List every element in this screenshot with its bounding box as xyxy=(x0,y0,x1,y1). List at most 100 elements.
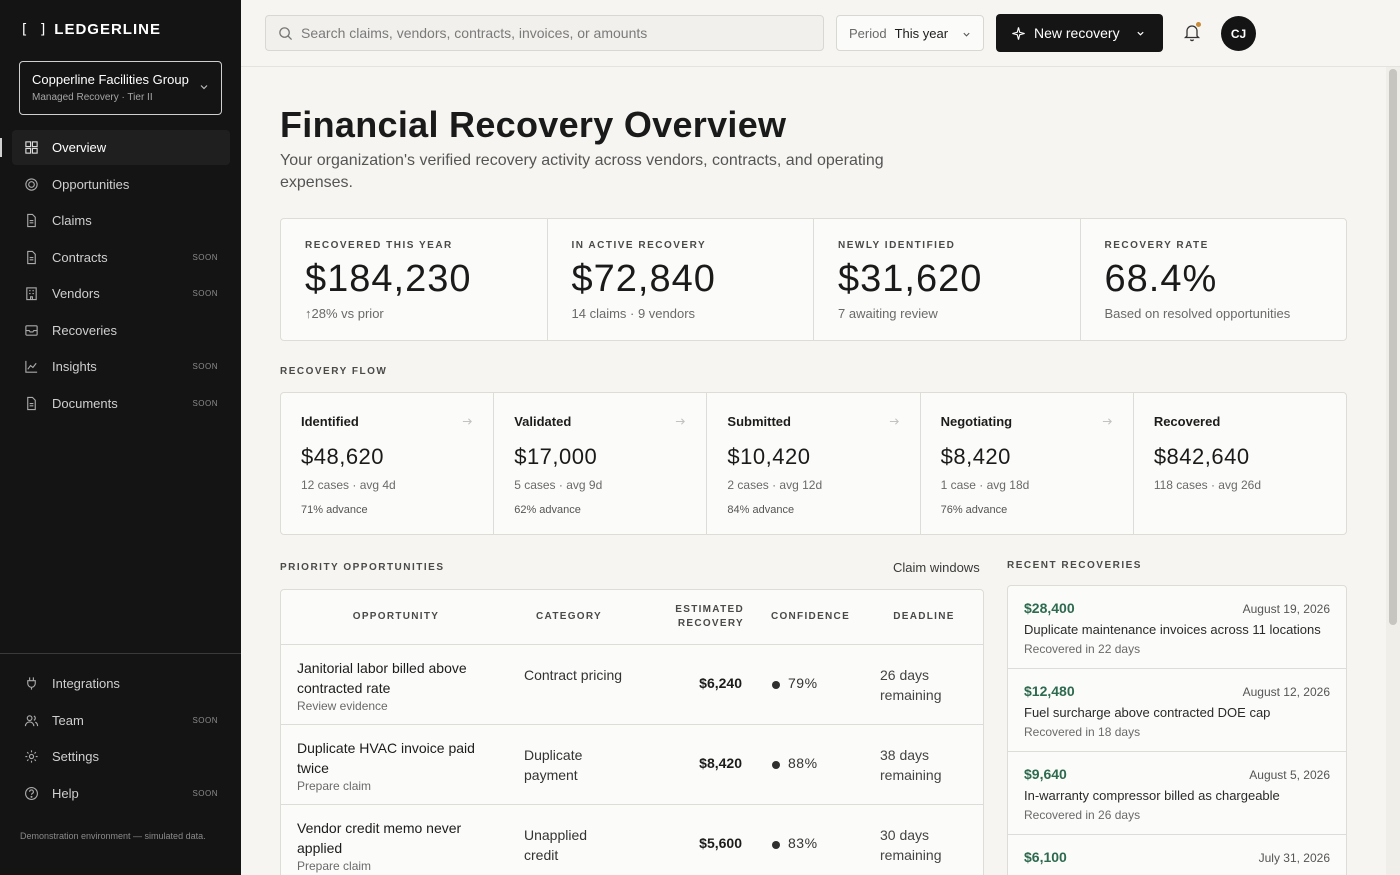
opportunity-action[interactable]: Review evidence xyxy=(297,699,388,713)
list-item[interactable]: $9,640 August 5, 2026 In-warranty compre… xyxy=(1008,752,1346,835)
soon-badge: SOON xyxy=(192,788,218,798)
kpi-summary: RECOVERED THIS YEAR $184,230 ↑28% vs pri… xyxy=(280,218,1347,341)
list-item[interactable]: $28,400 August 19, 2026 Duplicate mainte… xyxy=(1008,586,1346,669)
stage-name: Negotiating xyxy=(940,414,1013,429)
period-label: Period xyxy=(849,25,887,41)
recovery-duration: Recovered in 22 days xyxy=(1024,642,1141,656)
brand-name: LEDGERLINE xyxy=(54,21,161,38)
stage-value: $48,620 xyxy=(301,444,385,469)
org-name: Copperline Facilities Group xyxy=(32,72,189,87)
chevron-down-icon xyxy=(963,32,970,37)
search-box[interactable] xyxy=(265,15,824,51)
opportunity-title[interactable]: Duplicate HVAC invoice paid twice xyxy=(297,738,497,778)
page-scrollbar[interactable] xyxy=(1386,67,1400,875)
notification-dot xyxy=(1196,22,1201,27)
recovery-date: July 31, 2026 xyxy=(1258,851,1330,865)
stage-name: Submitted xyxy=(727,414,791,429)
kpi-label: RECOVERED THIS YEAR xyxy=(305,240,453,251)
soon-badge: SOON xyxy=(192,289,218,298)
opportunity-title[interactable]: Janitorial labor billed above contracted… xyxy=(297,658,497,698)
column-header-estimated[interactable]: ESTIMATED RECOVERY xyxy=(664,603,744,631)
user-avatar[interactable]: CJ xyxy=(1221,16,1256,51)
stage-advance: 84% advance xyxy=(727,504,795,516)
confidence-value: 79% xyxy=(788,675,818,691)
priority-opportunities-table: OPPORTUNITY CATEGORY ESTIMATED RECOVERY … xyxy=(280,589,984,875)
stage-name: Recovered xyxy=(1153,414,1221,429)
org-switcher[interactable]: Copperline Facilities Group Managed Reco… xyxy=(19,61,222,115)
stage-value: $17,000 xyxy=(514,444,598,469)
stage-name: Validated xyxy=(514,414,572,429)
confidence-indicator xyxy=(772,681,780,689)
chevron-down-icon xyxy=(200,85,208,90)
grid-icon xyxy=(24,140,39,155)
chart-icon xyxy=(24,359,39,374)
section-label-recovery-flow: RECOVERY FLOW xyxy=(280,366,388,377)
period-value: This year xyxy=(894,25,949,41)
scrollbar-thumb[interactable] xyxy=(1389,69,1397,625)
deadline-value: 38 days remaining xyxy=(880,747,942,783)
sidebar-item-contracts[interactable]: Contracts SOON xyxy=(12,240,230,275)
new-recovery-button[interactable]: New recovery xyxy=(996,14,1163,52)
document-icon xyxy=(24,213,39,228)
soon-badge: SOON xyxy=(192,252,218,262)
sidebar-item-vendors[interactable]: Vendors SOON xyxy=(12,276,230,311)
sparkle-icon xyxy=(1012,26,1025,40)
flow-stage-validated[interactable]: Validated $17,000 5 cases · avg 9d 62% a… xyxy=(494,393,708,534)
kpi-value: $72,840 xyxy=(571,258,716,300)
sidebar-item-label: Integrations xyxy=(52,676,120,691)
secondary-nav: Integrations Team SOON Settings Help SOO… xyxy=(12,666,230,812)
column-header-category[interactable]: CATEGORY xyxy=(524,610,614,624)
stage-meta: 118 cases · avg 26d xyxy=(1153,478,1261,492)
flow-stage-negotiating[interactable]: Negotiating $8,420 1 case · avg 18d 76% … xyxy=(921,393,1134,534)
search-input[interactable] xyxy=(301,25,801,41)
recovery-date: August 5, 2026 xyxy=(1249,768,1330,782)
claim-windows-link[interactable]: Claim windows xyxy=(893,560,980,575)
opportunity-action[interactable]: Prepare claim xyxy=(297,779,371,793)
page-title: Financial Recovery Overview xyxy=(280,104,787,145)
deadline-value: 30 days remaining xyxy=(880,827,942,863)
help-icon xyxy=(24,786,39,801)
sidebar-item-insights[interactable]: Insights SOON xyxy=(12,349,230,384)
kpi-value: $31,620 xyxy=(838,258,983,300)
opportunity-action[interactable]: Prepare claim xyxy=(297,859,371,873)
opportunity-title[interactable]: Vendor credit memo never applied xyxy=(297,818,497,858)
sidebar-divider xyxy=(0,653,241,654)
list-item[interactable]: $12,480 August 12, 2026 Fuel surcharge a… xyxy=(1008,669,1346,752)
recovery-amount: $28,400 xyxy=(1024,600,1075,616)
sidebar-item-help[interactable]: Help SOON xyxy=(12,776,230,811)
sidebar-item-claims[interactable]: Claims xyxy=(12,203,230,238)
flow-stage-recovered[interactable]: Recovered $842,640 118 cases · avg 26d xyxy=(1134,393,1346,534)
flow-stage-identified[interactable]: Identified $48,620 12 cases · avg 4d 71%… xyxy=(281,393,495,534)
sidebar-item-recoveries[interactable]: Recoveries xyxy=(12,313,230,348)
flow-stage-submitted[interactable]: Submitted $10,420 2 cases · avg 12d 84% … xyxy=(707,393,921,534)
sidebar-item-overview[interactable]: Overview xyxy=(0,130,230,165)
sidebar-item-settings[interactable]: Settings xyxy=(12,739,230,774)
column-header-deadline[interactable]: DEADLINE xyxy=(884,610,964,624)
kpi-rate: RECOVERY RATE 68.4% Based on resolved op… xyxy=(1081,219,1347,340)
table-row[interactable]: Vendor credit memo never applied Prepare… xyxy=(281,805,983,875)
table-row[interactable]: Janitorial labor billed above contracted… xyxy=(281,645,983,725)
table-row[interactable]: Duplicate HVAC invoice paid twice Prepar… xyxy=(281,725,983,805)
list-item[interactable]: $6,100 July 31, 2026 xyxy=(1008,835,1346,875)
document-icon xyxy=(24,250,39,265)
recovery-date: August 19, 2026 xyxy=(1242,602,1330,616)
sidebar-item-team[interactable]: Team SOON xyxy=(12,703,230,738)
chevron-down-icon xyxy=(1137,31,1144,36)
sidebar-item-documents[interactable]: Documents SOON xyxy=(12,386,230,421)
sidebar-item-integrations[interactable]: Integrations xyxy=(12,666,230,701)
soon-badge: SOON xyxy=(192,362,218,371)
primary-nav: Overview Opportunities Claims Contracts … xyxy=(0,130,230,422)
brand-logo[interactable]: [ ] LEDGERLINE xyxy=(20,21,161,38)
column-header-opportunity[interactable]: OPPORTUNITY xyxy=(351,610,441,624)
stage-meta: 2 cases · avg 12d xyxy=(727,478,823,492)
sidebar-item-label: Team xyxy=(52,712,84,728)
sidebar-item-opportunities[interactable]: Opportunities xyxy=(12,167,230,202)
kpi-recovered: RECOVERED THIS YEAR $184,230 ↑28% vs pri… xyxy=(281,219,548,340)
soon-badge: SOON xyxy=(192,715,218,725)
page-subtitle: Your organization's verified recovery ac… xyxy=(280,152,884,191)
kpi-note: ↑28% vs prior xyxy=(305,306,384,321)
period-select[interactable]: Period This year xyxy=(836,15,984,51)
stage-value: $10,420 xyxy=(727,444,811,469)
recovery-flow: Identified $48,620 12 cases · avg 4d 71%… xyxy=(280,392,1347,535)
column-header-confidence[interactable]: CONFIDENCE xyxy=(768,610,853,624)
